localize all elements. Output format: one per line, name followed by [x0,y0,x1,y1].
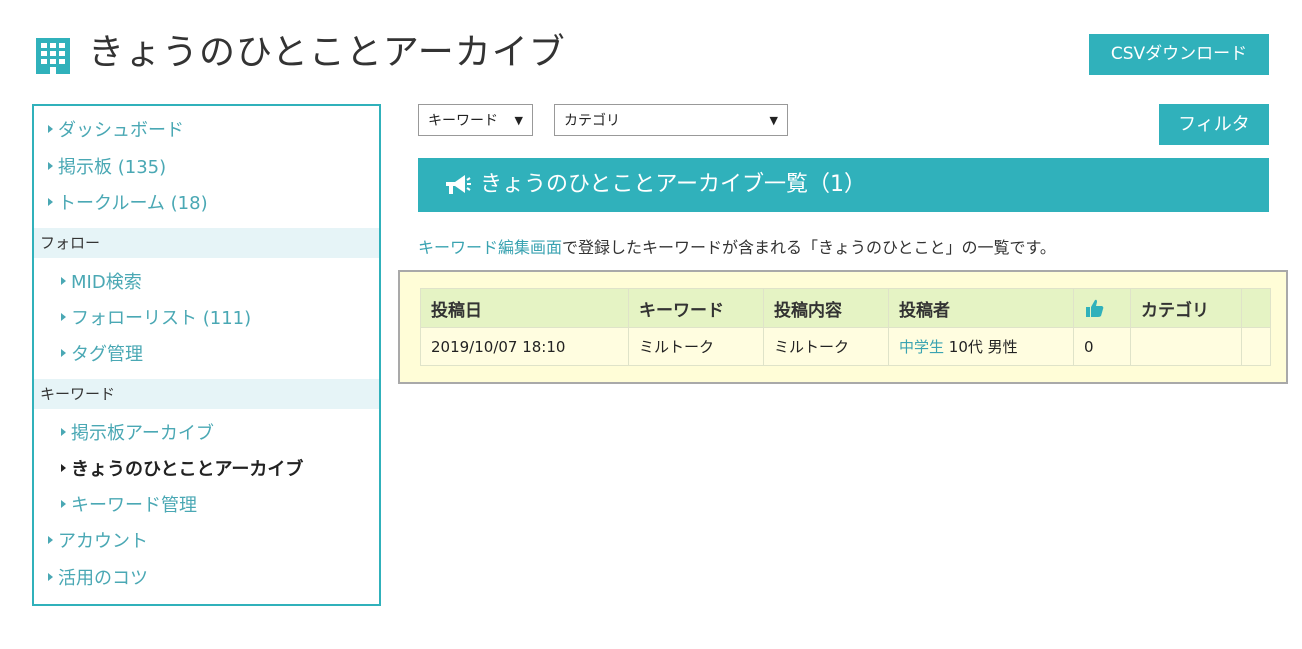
cell-author: 中学生 10代 男性 [888,327,1074,366]
table-header-row: 投稿日 キーワード 投稿内容 投稿者 カテゴリ [420,288,1271,328]
sidebar-section-follow: フォロー [34,228,379,258]
megaphone-icon [446,175,471,194]
cell-keyword: ミルトーク [628,327,764,366]
keyword-edit-link[interactable]: キーワード編集画面 [418,238,562,257]
cell-extra [1241,327,1271,366]
sidebar-item-bulletin-board[interactable]: 掲示板 (135) [48,153,166,183]
sidebar-item-mid-search[interactable]: MID検索 [61,268,142,298]
sidebar-item-hitokoto-archive[interactable]: きょうのひとことアーカイブ [61,455,303,485]
triangle-right-icon [61,349,66,357]
cell-likes: 0 [1073,327,1131,366]
cell-content: ミルトーク [763,327,889,366]
sidebar-item-tips[interactable]: 活用のコツ [48,564,148,594]
author-link[interactable]: 中学生 [899,338,944,356]
category-select[interactable]: カテゴリ ▼ [554,104,788,136]
column-header-likes [1073,288,1131,328]
cell-category [1130,327,1242,366]
triangle-right-icon [48,198,53,206]
building-icon [36,38,70,74]
triangle-right-icon [61,313,66,321]
triangle-right-icon [61,428,66,436]
column-header-author: 投稿者 [888,288,1074,328]
keyword-select[interactable]: キーワード ▼ [418,104,533,136]
triangle-right-icon [48,573,53,581]
column-header-keyword: キーワード [628,288,764,328]
sidebar-item-tag-management[interactable]: タグ管理 [61,340,143,370]
filter-button[interactable]: フィルタ [1159,104,1269,145]
author-demographic: 10代 男性 [948,338,1018,356]
column-header-extra [1241,288,1271,328]
column-header-content: 投稿内容 [763,288,889,328]
sidebar: ダッシュボード 掲示板 (135) トークルーム (18) フォロー MID検索… [32,104,381,606]
description-text: で登録したキーワードが含まれる「きょうのひとこと」の一覧です。 [562,238,1056,257]
sidebar-item-keyword-management[interactable]: キーワード管理 [61,491,197,521]
sidebar-item-bulletin-archive[interactable]: 掲示板アーカイブ [61,419,214,449]
column-header-date: 投稿日 [420,288,629,328]
sidebar-item-follow-list[interactable]: フォローリスト (111) [61,304,251,334]
sidebar-item-talk-room[interactable]: トークルーム (18) [48,189,208,219]
results-table-container: 投稿日 キーワード 投稿内容 投稿者 カテゴリ 2019/10/07 18:10… [398,270,1288,384]
triangle-right-icon [61,277,66,285]
banner-title: きょうのひとことアーカイブ一覧（1） [480,172,867,197]
triangle-right-icon [48,536,53,544]
column-header-category: カテゴリ [1130,288,1242,328]
description: キーワード編集画面で登録したキーワードが含まれる「きょうのひとこと」の一覧です。 [418,236,1056,260]
sidebar-section-keyword: キーワード [34,379,379,409]
triangle-right-icon [61,500,66,508]
dropdown-arrow-icon: ▼ [769,114,778,127]
results-table: 投稿日 キーワード 投稿内容 投稿者 カテゴリ 2019/10/07 18:10… [420,288,1271,366]
page-title: きょうのひとことアーカイブ [88,32,566,73]
sidebar-item-account[interactable]: アカウント [48,527,148,557]
triangle-right-icon [48,162,53,170]
triangle-right-icon [61,464,66,472]
sidebar-item-dashboard[interactable]: ダッシュボード [48,116,184,146]
thumbs-up-icon [1086,299,1104,317]
dropdown-arrow-icon: ▼ [514,114,523,127]
table-row: 2019/10/07 18:10 ミルトーク ミルトーク 中学生 10代 男性 … [420,327,1271,366]
list-banner: きょうのひとことアーカイブ一覧（1） [418,158,1269,212]
triangle-right-icon [48,125,53,133]
csv-download-button[interactable]: CSVダウンロード [1089,34,1269,75]
cell-date: 2019/10/07 18:10 [420,327,629,366]
